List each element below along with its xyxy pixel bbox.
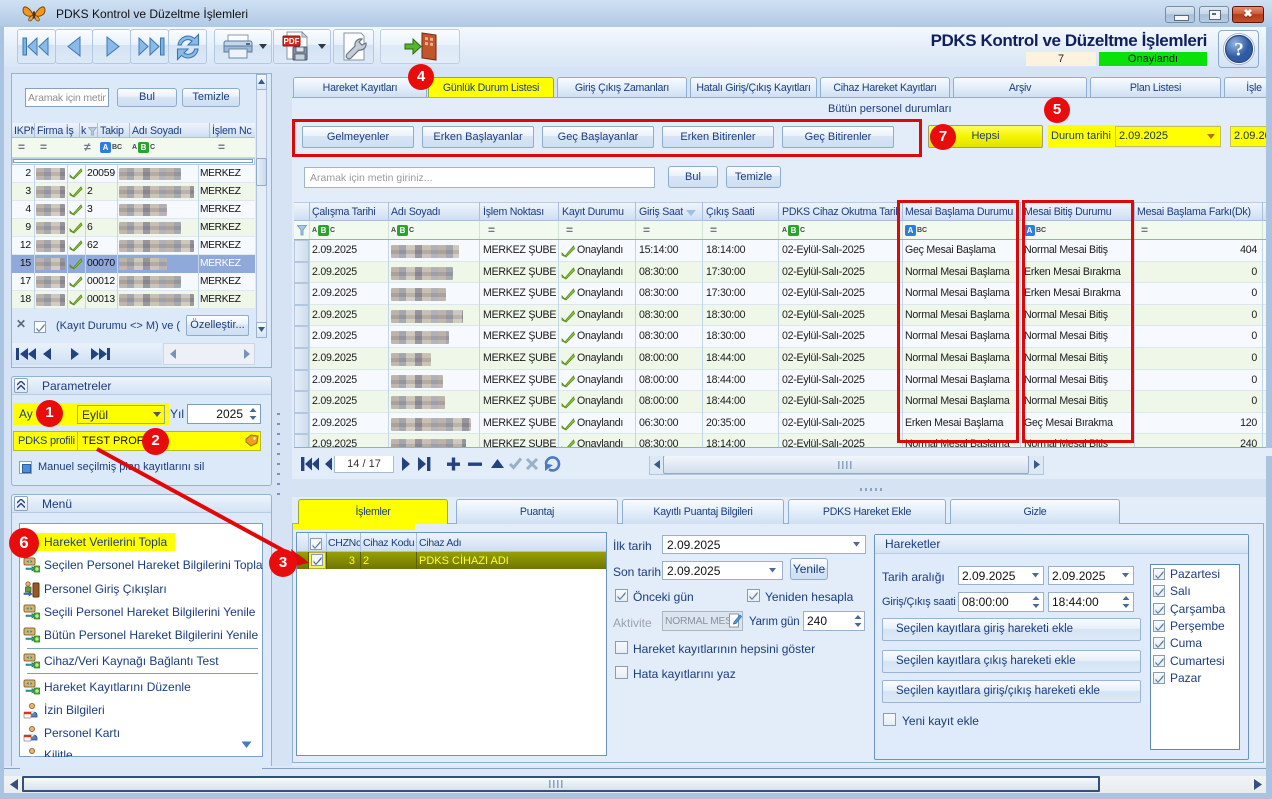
svg-text:?: ? bbox=[1234, 40, 1244, 61]
svg-text:PDF: PDF bbox=[284, 37, 300, 46]
